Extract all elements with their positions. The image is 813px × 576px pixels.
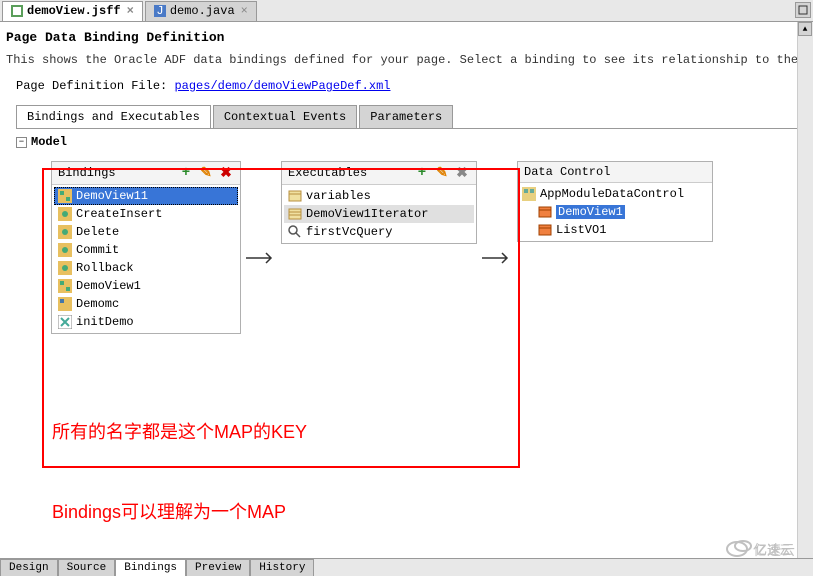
collapse-icon[interactable]: − <box>16 137 27 148</box>
tree-binding-icon <box>58 279 72 293</box>
action-binding-icon <box>58 261 72 275</box>
close-icon[interactable]: × <box>241 4 248 18</box>
datacontrol-panel: Data Control AppModuleDataControl DemoVi… <box>517 161 713 242</box>
datacontrol-icon <box>522 187 536 201</box>
tree-root[interactable]: AppModuleDataControl <box>520 185 710 203</box>
page-description: This shows the Oracle ADF data bindings … <box>6 53 807 67</box>
bindings-panel: Bindings + ✎ ✖ DemoView11 CreateInsert <box>51 161 241 334</box>
action-binding-icon <box>58 207 72 221</box>
close-icon[interactable]: × <box>127 4 134 18</box>
tab-source[interactable]: Source <box>58 559 116 576</box>
add-icon[interactable]: + <box>178 165 194 181</box>
tab-parameters[interactable]: Parameters <box>359 105 453 128</box>
bindings-list: DemoView11 CreateInsert Delete Commit <box>52 185 240 333</box>
tab-preview[interactable]: Preview <box>186 559 250 576</box>
list-item[interactable]: initDemo <box>54 313 238 331</box>
list-item[interactable]: Commit <box>54 241 238 259</box>
tab-contextual-events[interactable]: Contextual Events <box>213 105 357 128</box>
file-link[interactable]: pages/demo/demoViewPageDef.xml <box>174 79 390 93</box>
list-item[interactable]: firstVcQuery <box>284 223 474 241</box>
editor-tabs: demoView.jsff × J demo.java × <box>0 0 813 22</box>
svg-text:J: J <box>156 5 163 17</box>
vertical-scrollbar[interactable]: ▲ <box>797 22 813 558</box>
annotation-text: Bindings可以理解为一个MAP <box>52 498 286 524</box>
tree-item[interactable]: ListVO1 <box>536 221 710 239</box>
list-item[interactable]: variables <box>284 187 474 205</box>
edit-icon[interactable]: ✎ <box>198 165 214 181</box>
tab-bindings-executables[interactable]: Bindings and Executables <box>16 105 211 128</box>
list-item[interactable]: Demomc <box>54 295 238 313</box>
search-icon <box>288 225 302 239</box>
inner-tabs: Bindings and Executables Contextual Even… <box>16 105 807 129</box>
file-label: Page Definition File: <box>16 79 167 93</box>
bottom-tabs: Design Source Bindings Preview History <box>0 558 813 576</box>
edit-icon[interactable]: ✎ <box>434 165 450 181</box>
tree-binding-icon <box>58 189 72 203</box>
scroll-up-icon[interactable]: ▲ <box>798 22 812 36</box>
list-item[interactable]: DemoView1 <box>54 277 238 295</box>
page-title: Page Data Binding Definition <box>6 30 807 45</box>
variables-icon <box>288 189 302 203</box>
add-icon[interactable]: + <box>414 165 430 181</box>
iterator-icon <box>288 207 302 221</box>
model-header: − Model <box>16 135 807 149</box>
view-icon <box>538 223 552 237</box>
datacontrol-title: Data Control <box>524 165 610 179</box>
arrow-icon <box>241 248 281 268</box>
list-item[interactable]: DemoView1Iterator <box>284 205 474 223</box>
action-binding-icon <box>58 225 72 239</box>
tree-item[interactable]: DemoView1 <box>536 203 710 221</box>
executables-title: Executables <box>288 166 367 180</box>
java-icon: J <box>154 5 166 17</box>
delete-icon[interactable]: ✖ <box>454 165 470 181</box>
tab-label: demoView.jsff <box>27 4 121 18</box>
list-item[interactable]: CreateInsert <box>54 205 238 223</box>
maximize-icon[interactable] <box>795 2 811 18</box>
delete-icon[interactable]: ✖ <box>218 165 234 181</box>
executables-list: variables DemoView1Iterator firstVcQuery <box>282 185 476 243</box>
method-binding-icon <box>58 315 72 329</box>
list-item[interactable]: Rollback <box>54 259 238 277</box>
bindings-title: Bindings <box>58 166 116 180</box>
tab-demojava[interactable]: J demo.java × <box>145 1 257 21</box>
file-row: Page Definition File: pages/demo/demoVie… <box>16 79 807 93</box>
list-item[interactable]: DemoView11 <box>54 187 238 205</box>
tab-demoview[interactable]: demoView.jsff × <box>2 1 143 21</box>
logo: 亿速云 亿速云 <box>725 534 805 568</box>
tree-binding-icon <box>58 297 72 311</box>
jsff-icon <box>11 5 23 17</box>
tab-design[interactable]: Design <box>0 559 58 576</box>
tab-bindings[interactable]: Bindings <box>115 559 186 576</box>
action-binding-icon <box>58 243 72 257</box>
arrow-icon <box>477 248 517 268</box>
view-icon <box>538 205 552 219</box>
annotation-text: 所有的名字都是这个MAP的KEY <box>52 418 307 444</box>
model-label: Model <box>31 135 67 149</box>
list-item[interactable]: Delete <box>54 223 238 241</box>
tab-history[interactable]: History <box>250 559 314 576</box>
tab-label: demo.java <box>170 4 235 18</box>
executables-panel: Executables + ✎ ✖ variables DemoView1Ite… <box>281 161 477 244</box>
datacontrol-tree: AppModuleDataControl DemoView1 ListVO1 <box>518 183 712 241</box>
